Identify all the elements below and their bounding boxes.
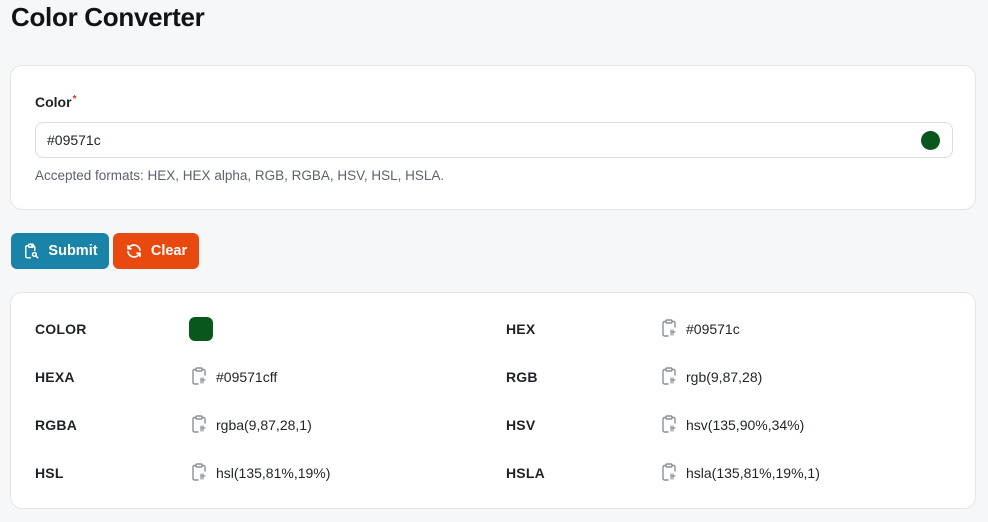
copy-hsv-clipboard-icon[interactable] xyxy=(661,414,677,436)
copy-hsl-clipboard-icon[interactable] xyxy=(191,462,207,484)
copy-hsla-clipboard-icon[interactable] xyxy=(661,462,677,484)
rgb-value-text: rgb(9,87,28) xyxy=(686,369,763,385)
hsla-value: hsla(135,81%,19%,1) xyxy=(661,461,820,485)
result-row-rgb: RGB xyxy=(506,365,538,389)
result-color-swatch xyxy=(189,317,213,341)
hsl-value-text: hsl(135,81%,19%) xyxy=(216,465,331,481)
hsla-key: HSLA xyxy=(506,465,545,481)
color-input-card: Color* Accepted formats: HEX, HEX alpha,… xyxy=(10,65,976,210)
hsv-value: hsv(135,90%,34%) xyxy=(661,413,804,437)
clipboard-search-icon xyxy=(22,242,40,260)
rgb-value: rgb(9,87,28) xyxy=(661,365,762,389)
rgb-key: RGB xyxy=(506,369,538,385)
result-row-color: COLOR xyxy=(35,317,87,341)
hsl-key: HSL xyxy=(35,465,64,481)
refresh-icon xyxy=(125,242,143,260)
field-hint: Accepted formats: HEX, HEX alpha, RGB, R… xyxy=(35,168,445,183)
color-label-text: Color xyxy=(35,94,72,110)
copy-rgb-clipboard-icon[interactable] xyxy=(661,366,677,388)
color-value xyxy=(189,317,213,341)
clear-button-label: Clear xyxy=(150,243,188,259)
hex-value-text: #09571c xyxy=(686,321,740,337)
result-row-hex: HEX xyxy=(506,317,535,341)
rgba-key: RGBA xyxy=(35,417,78,433)
color-input[interactable] xyxy=(36,123,916,157)
hexa-key: HEXA xyxy=(35,369,75,385)
hsl-value: hsl(135,81%,19%) xyxy=(191,461,330,485)
page-title: Color Converter xyxy=(11,2,205,32)
color-swatch-picker[interactable] xyxy=(921,131,940,150)
hexa-value-text: #09571cff xyxy=(216,369,278,385)
submit-button-label: Submit xyxy=(48,243,98,259)
result-row-rgba: RGBA xyxy=(35,413,77,437)
copy-rgba-clipboard-icon[interactable] xyxy=(191,414,207,436)
result-row-hsla: HSLA xyxy=(506,461,545,485)
hex-value: #09571c xyxy=(661,317,740,341)
hex-key: HEX xyxy=(506,321,536,337)
hsla-value-text: hsla(135,81%,19%,1) xyxy=(686,465,820,481)
color-field-label: Color* xyxy=(35,94,76,110)
submit-button[interactable]: Submit xyxy=(11,233,109,269)
rgba-value-text: rgba(9,87,28,1) xyxy=(216,417,312,433)
rgba-value: rgba(9,87,28,1) xyxy=(191,413,312,437)
result-row-hsv: HSV xyxy=(506,413,535,437)
result-row-hexa: HEXA xyxy=(35,365,75,389)
copy-hexa-clipboard-icon[interactable] xyxy=(191,366,207,388)
required-mark: * xyxy=(72,94,77,105)
clear-button[interactable]: Clear xyxy=(113,233,199,269)
hsv-key: HSV xyxy=(506,417,536,433)
color-input-wrapper xyxy=(35,122,953,158)
hsv-value-text: hsv(135,90%,34%) xyxy=(686,417,805,433)
hexa-value: #09571cff xyxy=(191,365,277,389)
results-card: COLOR HEX #09571c HEXA #09571cff RGB rgb… xyxy=(10,292,976,509)
copy-hex-clipboard-icon[interactable] xyxy=(661,318,677,340)
color-key: COLOR xyxy=(35,321,87,337)
result-row-hsl: HSL xyxy=(35,461,64,485)
